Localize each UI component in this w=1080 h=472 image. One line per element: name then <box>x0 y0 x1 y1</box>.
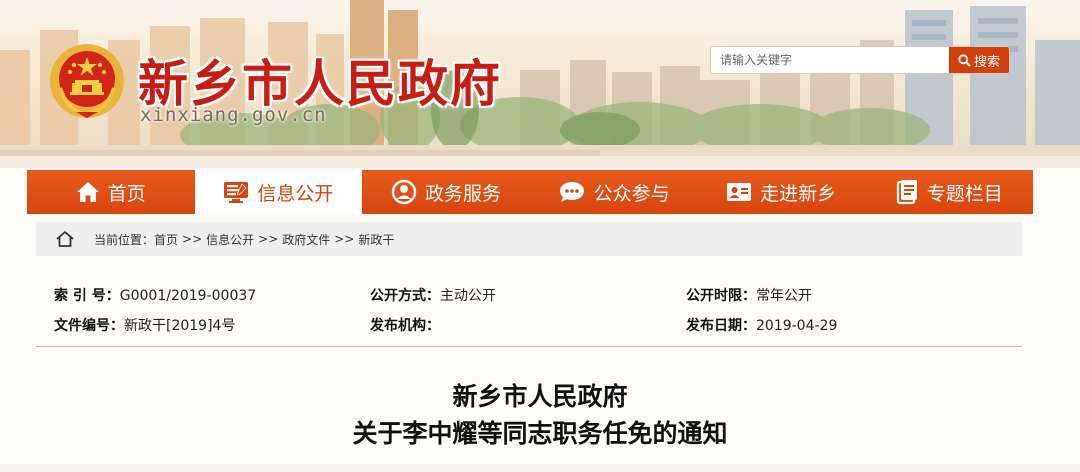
breadcrumb-separator: >> <box>258 232 279 246</box>
search-button-label: 搜索 <box>973 54 1000 70</box>
meta-date: 发布日期：2019-04-29 <box>686 315 986 335</box>
site-domain: xinxiang.gov.cn <box>140 104 327 126</box>
nav-label: 公众参与 <box>593 182 670 205</box>
meta-docno: 文件编号：新政干[2019]4号 <box>54 315 370 335</box>
meta-period-value: 常年公开 <box>756 288 812 304</box>
meta-index-value: G0001/2019-00037 <box>119 288 257 304</box>
meta-method-label: 公开方式： <box>370 288 440 304</box>
page-bottom-strip <box>0 464 1080 472</box>
meta-method: 公开方式：主动公开 <box>370 285 686 305</box>
search-button[interactable]: 搜索 <box>949 47 1009 73</box>
document-title: 新乡市人民政府 关于李中耀等同志职务任免的通知 <box>0 378 1080 452</box>
meta-row: 索 引 号：G0001/2019-00037 公开方式：主动公开 公开时限：常年… <box>54 280 1014 310</box>
monitor-icon <box>224 182 249 203</box>
nav-label: 走进新乡 <box>760 182 837 205</box>
home-outline-icon <box>56 231 74 247</box>
search-icon <box>958 53 971 67</box>
search-input[interactable] <box>711 47 949 73</box>
breadcrumb: 当前位置： 首页 >> 信息公开 >> 政府文件 >> 新政干 <box>36 222 1022 256</box>
id-card-icon <box>727 183 752 201</box>
nav-item-home[interactable]: 首页 <box>27 170 195 214</box>
breadcrumb-item-info[interactable]: 信息公开 <box>206 231 254 248</box>
breadcrumb-prefix: 当前位置： <box>94 232 155 247</box>
national-emblem-icon <box>50 44 124 118</box>
breadcrumb-item-current[interactable]: 新政干 <box>358 231 394 248</box>
meta-period-label: 公开时限： <box>686 288 756 304</box>
breadcrumb-separator: >> <box>334 232 355 246</box>
meta-period: 公开时限：常年公开 <box>686 285 986 305</box>
breadcrumb-item-gov-files[interactable]: 政府文件 <box>282 231 330 248</box>
document-meta: 索 引 号：G0001/2019-00037 公开方式：主动公开 公开时限：常年… <box>54 280 1014 340</box>
meta-docno-value: 新政干[2019]4号 <box>124 318 236 334</box>
meta-org-label: 发布机构： <box>370 318 440 334</box>
meta-index: 索 引 号：G0001/2019-00037 <box>54 285 370 305</box>
document-title-line2: 关于李中耀等同志职务任免的通知 <box>352 419 728 448</box>
site-banner: 新乡市人民政府 xinxiang.gov.cn 搜索 <box>0 0 1080 168</box>
meta-date-value: 2019-04-29 <box>756 318 838 334</box>
nav-item-special-topics[interactable]: 专题栏目 <box>865 170 1033 214</box>
document-title-line1: 新乡市人民政府 <box>452 382 628 411</box>
meta-date-label: 发布日期： <box>686 318 756 334</box>
nav-label: 信息公开 <box>257 182 334 205</box>
nav-item-about-xinxiang[interactable]: 走进新乡 <box>697 170 865 214</box>
meta-org: 发布机构： <box>370 315 686 335</box>
home-icon <box>76 182 99 202</box>
main-nav: 首页 信息公开 政务服务 公众参与 走进新乡 专题栏目 <box>27 170 1033 214</box>
nav-item-public-participation[interactable]: 公众参与 <box>530 170 698 214</box>
document-icon <box>896 180 917 205</box>
search-bar: 搜索 <box>710 46 1010 74</box>
meta-divider <box>36 346 1022 347</box>
nav-label: 政务服务 <box>424 182 501 205</box>
service-icon <box>391 179 417 205</box>
chat-icon <box>559 182 584 202</box>
nav-item-gov-service[interactable]: 政务服务 <box>362 170 530 214</box>
breadcrumb-home-link[interactable] <box>36 230 94 248</box>
nav-label: 首页 <box>107 182 146 205</box>
nav-item-info-disclosure[interactable]: 信息公开 <box>194 170 363 214</box>
meta-docno-label: 文件编号： <box>54 318 124 334</box>
meta-index-label: 索 引 号： <box>54 288 120 304</box>
meta-row: 文件编号：新政干[2019]4号 发布机构： 发布日期：2019-04-29 <box>54 310 1014 340</box>
breadcrumb-separator: >> <box>182 232 203 246</box>
meta-method-value: 主动公开 <box>440 288 496 304</box>
nav-label: 专题栏目 <box>926 182 1003 205</box>
breadcrumb-item-home[interactable]: 首页 <box>154 231 178 248</box>
